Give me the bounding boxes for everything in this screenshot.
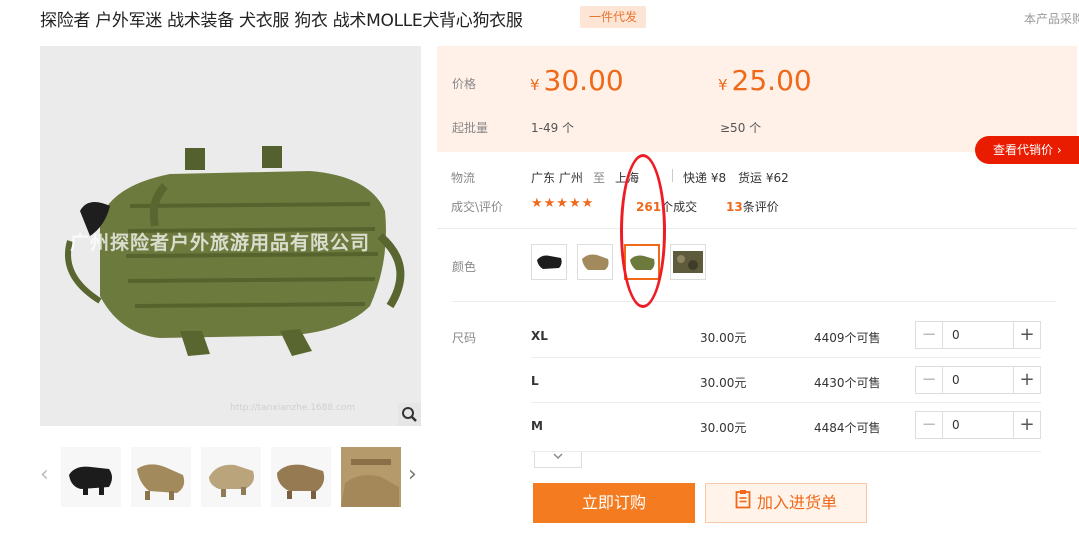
size-stock: 4484个可售	[814, 421, 881, 435]
thumbnail-5[interactable]	[341, 447, 401, 507]
product-title: 探险者 户外军迷 战术装备 犬衣服 狗衣 战术MOLLE犬背心狗衣服	[40, 11, 523, 31]
plus-button[interactable]: +	[1013, 367, 1040, 393]
row-divider	[531, 357, 1041, 358]
currency-symbol: ¥	[718, 76, 728, 94]
section-divider	[452, 301, 1056, 302]
deals-label: 成交\评价	[451, 200, 504, 214]
ship-from: 广东 广州	[531, 171, 583, 185]
quantity-input[interactable]: 0	[952, 373, 960, 387]
thumbnail-tan-vest-alt	[209, 464, 254, 497]
row-divider	[531, 451, 1041, 452]
review-count: 13	[726, 200, 743, 214]
add-to-cart-button[interactable]: 加入进货单	[705, 483, 867, 523]
color-swatch-black[interactable]	[531, 244, 567, 280]
price-tier-2: ¥25.00	[718, 64, 812, 97]
price-value: 30.00	[543, 64, 624, 97]
chevron-down-icon	[553, 453, 563, 459]
row-divider	[531, 402, 1041, 403]
deal-count-suffix: 个成交	[661, 200, 698, 214]
buy-now-button[interactable]: 立即订购	[533, 483, 695, 523]
size-name: L	[531, 374, 539, 388]
thumbnail-coyote-vest	[277, 464, 325, 499]
price-value: 25.00	[731, 64, 812, 97]
expand-sizes-button[interactable]	[534, 452, 582, 468]
top-right-note: 本产品采购	[1024, 12, 1079, 26]
color-swatch-camo[interactable]	[670, 244, 706, 280]
thumbnail-1[interactable]	[61, 447, 121, 507]
rating-stars: ★★★★★	[531, 196, 595, 211]
ship-to-word: 至	[593, 171, 606, 185]
currency-symbol: ¥	[530, 76, 540, 94]
review-count-link[interactable]: 13条评价	[726, 198, 779, 215]
plus-button[interactable]: +	[1013, 322, 1040, 348]
quantity-stepper: − 0 +	[915, 366, 1041, 394]
thumb-next-arrow-icon[interactable]: ›	[408, 462, 417, 487]
express-fee: 快递 ¥8	[683, 171, 727, 185]
quantity-input[interactable]: 0	[952, 418, 960, 432]
dropship-tag: 一件代发	[580, 6, 646, 28]
size-price: 30.00元	[700, 421, 747, 435]
plus-button[interactable]: +	[1013, 412, 1040, 438]
thumbnail-2[interactable]	[131, 447, 191, 507]
swatch-camo-img	[673, 251, 703, 273]
zoom-button[interactable]	[398, 403, 421, 426]
thumb-prev-arrow-icon[interactable]: ‹	[40, 462, 49, 487]
clipboard-icon	[735, 485, 751, 523]
image-watermark: 广州探险者户外旅游用品有限公司	[70, 232, 371, 254]
thumbnail-tan-vest	[137, 464, 185, 500]
color-swatch-tan[interactable]	[577, 244, 613, 280]
size-price: 30.00元	[700, 376, 747, 390]
tier-2-range: ≥50 个	[720, 121, 762, 135]
minus-button[interactable]: −	[916, 412, 943, 438]
swatch-tan-img	[582, 254, 609, 270]
swatch-black-img	[537, 255, 562, 269]
size-name: XL	[531, 329, 548, 343]
minus-button[interactable]: −	[916, 367, 943, 393]
view-dropship-price-button[interactable]: 查看代销价 ›	[975, 136, 1079, 164]
thumbnail-4[interactable]	[271, 447, 331, 507]
logistics-label: 物流	[451, 171, 476, 185]
thumbnail-closeup	[341, 447, 401, 507]
add-to-cart-label: 加入进货单	[756, 493, 837, 512]
minus-button[interactable]: −	[916, 322, 943, 348]
magnifier-icon	[402, 407, 417, 422]
quantity-stepper: − 0 +	[915, 321, 1041, 349]
logistics-divider	[672, 169, 673, 182]
size-stock: 4430个可售	[814, 376, 881, 390]
quantity-stepper: − 0 +	[915, 411, 1041, 439]
size-name: M	[531, 419, 543, 433]
size-stock: 4409个可售	[814, 331, 881, 345]
tier-1-range: 1-49 个	[531, 121, 575, 135]
section-divider	[437, 228, 1077, 229]
freight-fee: 货运 ¥62	[738, 171, 789, 185]
price-tier-1: ¥30.00	[530, 64, 624, 97]
price-label: 价格	[452, 77, 477, 91]
review-count-suffix: 条评价	[742, 200, 779, 214]
price-panel	[437, 46, 1077, 152]
image-watermark-url: http://tanxianzhe.1688.com	[230, 403, 356, 413]
color-label: 颜色	[452, 260, 477, 274]
size-price: 30.00元	[700, 331, 747, 345]
quantity-input[interactable]: 0	[952, 328, 960, 342]
thumbnail-black-vest	[69, 466, 112, 495]
annotation-circle	[620, 154, 666, 308]
thumbnail-3[interactable]	[201, 447, 261, 507]
size-label: 尺码	[452, 331, 477, 345]
batch-label: 起批量	[452, 121, 489, 135]
